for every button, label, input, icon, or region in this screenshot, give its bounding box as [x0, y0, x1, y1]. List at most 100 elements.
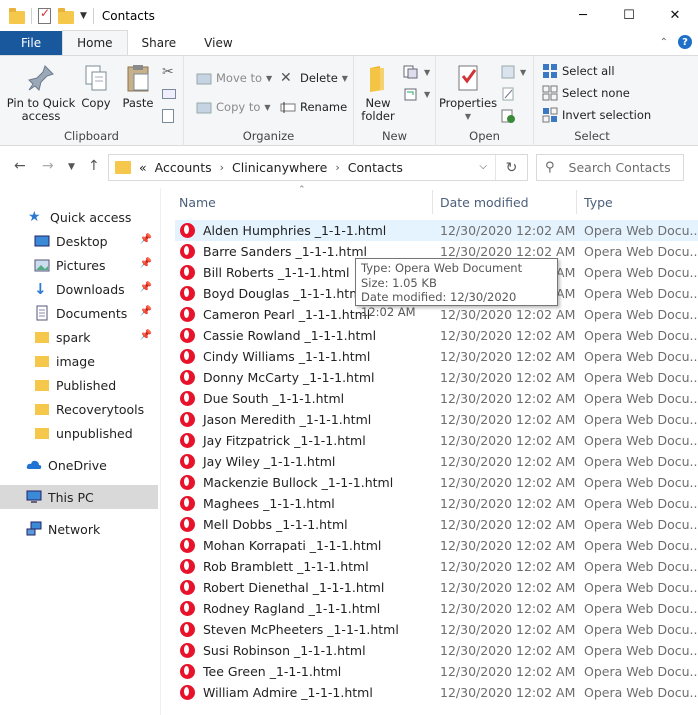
- pin-icon[interactable]: 📌: [140, 258, 152, 269]
- table-row[interactable]: Mell Dobbs _1-1-1.html 12/30/2020 12:02 A…: [175, 514, 698, 535]
- tab-share[interactable]: Share: [128, 31, 191, 55]
- opera-icon: [180, 538, 195, 553]
- cut-icon[interactable]: ✂: [162, 62, 174, 82]
- table-row[interactable]: Due South _1-1-1.html 12/30/2020 12:02 AM…: [175, 388, 698, 409]
- nav-item-desktop[interactable]: Desktop 📌: [0, 229, 158, 253]
- select-all-button[interactable]: Select all: [542, 61, 615, 81]
- new-folder-icon[interactable]: [58, 7, 74, 24]
- breadcrumb-accounts[interactable]: Accounts: [155, 160, 212, 175]
- nav-item-recoverytools[interactable]: Recoverytools: [0, 397, 158, 421]
- forward-arrow-icon[interactable]: →: [42, 158, 54, 174]
- file-type: Opera Web Docu...: [584, 538, 698, 553]
- table-row[interactable]: William Admire _1-1-1.html 12/30/2020 12:…: [175, 682, 698, 703]
- table-row[interactable]: Cindy Williams _1-1-1.html 12/30/2020 12:…: [175, 346, 698, 367]
- table-row[interactable]: Jay Fitzpatrick _1-1-1.html 12/30/2020 12…: [175, 430, 698, 451]
- pin-icon[interactable]: 📌: [140, 234, 152, 245]
- up-arrow-icon[interactable]: ↑: [88, 158, 100, 174]
- nav-item-spark[interactable]: spark 📌: [0, 325, 158, 349]
- column-separator[interactable]: [576, 190, 577, 214]
- table-row[interactable]: Alden Humphries _1-1-1.html 12/30/2020 12…: [175, 220, 698, 241]
- pin-icon[interactable]: 📌: [140, 282, 152, 293]
- file-name: Rodney Ragland _1-1-1.html: [203, 601, 381, 616]
- properties-button[interactable]: Properties ▼: [439, 62, 497, 123]
- search-input[interactable]: Search Contacts: [569, 160, 671, 175]
- nav-onedrive[interactable]: OneDrive: [0, 453, 158, 477]
- address-bar[interactable]: « Accounts › Clinicanywhere › Contacts ⌵…: [108, 154, 528, 181]
- minimize-ribbon-icon[interactable]: ⌃: [660, 37, 668, 48]
- back-arrow-icon[interactable]: ←: [14, 158, 26, 174]
- new-folder-button[interactable]: New folder: [358, 62, 398, 123]
- open-icon[interactable]: ▼: [500, 62, 526, 82]
- tab-home[interactable]: Home: [62, 30, 128, 55]
- tab-view[interactable]: View: [190, 31, 246, 55]
- opera-icon: [180, 559, 195, 574]
- table-row[interactable]: Susi Robinson _1-1-1.html 12/30/2020 12:0…: [175, 640, 698, 661]
- breadcrumb-contacts[interactable]: Contacts: [348, 160, 403, 175]
- table-row[interactable]: Rodney Ragland _1-1-1.html 12/30/2020 12:…: [175, 598, 698, 619]
- table-row[interactable]: Donny McCarty _1-1-1.html 12/30/2020 12:0…: [175, 367, 698, 388]
- pin-icon[interactable]: 📌: [140, 306, 152, 317]
- table-row[interactable]: Rob Bramblett _1-1-1.html 12/30/2020 12:0…: [175, 556, 698, 577]
- nav-item-documents[interactable]: Documents 📌: [0, 301, 158, 325]
- invert-selection-button[interactable]: Invert selection: [542, 105, 651, 125]
- file-date: 12/30/2020 12:02 AM: [440, 685, 576, 700]
- file-type: Opera Web Docu...: [584, 244, 698, 259]
- pin-to-quick-access-button[interactable]: Pin to Quick access: [6, 62, 76, 123]
- table-row[interactable]: Jason Meredith _1-1-1.html 12/30/2020 12:…: [175, 409, 698, 430]
- properties-icon[interactable]: [38, 6, 54, 24]
- nav-item-downloads[interactable]: ↓ Downloads 📌: [0, 277, 158, 301]
- file-type: Opera Web Docu...: [584, 412, 698, 427]
- pane-divider[interactable]: [160, 188, 161, 715]
- ribbon-tabs: File Home Share View ⌃ ?: [0, 30, 698, 55]
- opera-icon: [180, 370, 195, 385]
- easy-access-icon[interactable]: ▼: [402, 84, 430, 104]
- edit-icon[interactable]: [500, 84, 516, 104]
- close-button[interactable]: ✕: [652, 0, 698, 31]
- history-icon[interactable]: [500, 106, 516, 126]
- breadcrumb-overflow[interactable]: «: [139, 160, 147, 175]
- table-row[interactable]: Steven McPheeters _1-1-1.html 12/30/2020 …: [175, 619, 698, 640]
- table-row[interactable]: Jay Wiley _1-1-1.html 12/30/2020 12:02 AM…: [175, 451, 698, 472]
- new-item-icon[interactable]: ▼: [402, 62, 430, 82]
- customize-toolbar-icon[interactable]: ▼: [80, 11, 87, 21]
- table-row[interactable]: Mohan Korrapati _1-1-1.html 12/30/2020 12…: [175, 535, 698, 556]
- paste-shortcut-icon[interactable]: [162, 106, 174, 126]
- delete-button[interactable]: ✕ Delete ▼: [280, 68, 348, 88]
- minimize-button[interactable]: ─: [560, 0, 606, 31]
- nav-item-image[interactable]: image: [0, 349, 158, 373]
- rename-button[interactable]: Rename: [280, 97, 347, 117]
- column-header-type[interactable]: Type: [584, 188, 613, 216]
- refresh-icon[interactable]: ↻: [495, 155, 527, 180]
- pin-icon[interactable]: 📌: [140, 330, 152, 341]
- copy-to-button[interactable]: Copy to ▼: [196, 97, 271, 117]
- nav-quick-access[interactable]: ★ Quick access: [0, 205, 158, 229]
- tab-file[interactable]: File: [0, 31, 63, 55]
- copy-path-icon[interactable]: [162, 84, 176, 104]
- nav-this-pc[interactable]: This PC: [0, 485, 158, 509]
- column-header-date[interactable]: Date modified: [440, 188, 529, 216]
- column-separator[interactable]: [432, 190, 433, 214]
- search-box[interactable]: ⚲ Search Contacts: [536, 154, 684, 181]
- table-row[interactable]: Mackenzie Bullock _1-1-1.html 12/30/2020 …: [175, 472, 698, 493]
- table-row[interactable]: Robert Dienethal _1-1-1.html 12/30/2020 1…: [175, 577, 698, 598]
- opera-icon: [180, 643, 195, 658]
- paste-button[interactable]: Paste: [118, 62, 158, 110]
- recent-locations-icon[interactable]: ▼: [68, 162, 75, 172]
- breadcrumb-separator[interactable]: ›: [335, 161, 339, 174]
- maximize-button[interactable]: ☐: [606, 0, 652, 31]
- breadcrumb-separator[interactable]: ›: [220, 161, 224, 174]
- nav-network[interactable]: Network: [0, 517, 158, 541]
- move-to-button[interactable]: Move to ▼: [196, 68, 272, 88]
- table-row[interactable]: Cassie Rowland _1-1-1.html 12/30/2020 12:…: [175, 325, 698, 346]
- select-none-button[interactable]: Select none: [542, 83, 630, 103]
- table-row[interactable]: Tee Green _1-1-1.html 12/30/2020 12:02 AM…: [175, 661, 698, 682]
- copy-button[interactable]: Copy: [78, 62, 114, 110]
- table-row[interactable]: Maghees _1-1-1.html 12/30/2020 12:02 AM Op…: [175, 493, 698, 514]
- nav-item-pictures[interactable]: Pictures 📌: [0, 253, 158, 277]
- nav-item-published[interactable]: Published: [0, 373, 158, 397]
- address-dropdown-icon[interactable]: ⌵: [479, 161, 487, 172]
- help-icon[interactable]: ?: [678, 35, 692, 49]
- breadcrumb-clinicanywhere[interactable]: Clinicanywhere: [232, 160, 327, 175]
- nav-item-unpublished[interactable]: unpublished: [0, 421, 158, 445]
- column-header-name[interactable]: Name: [179, 188, 216, 216]
